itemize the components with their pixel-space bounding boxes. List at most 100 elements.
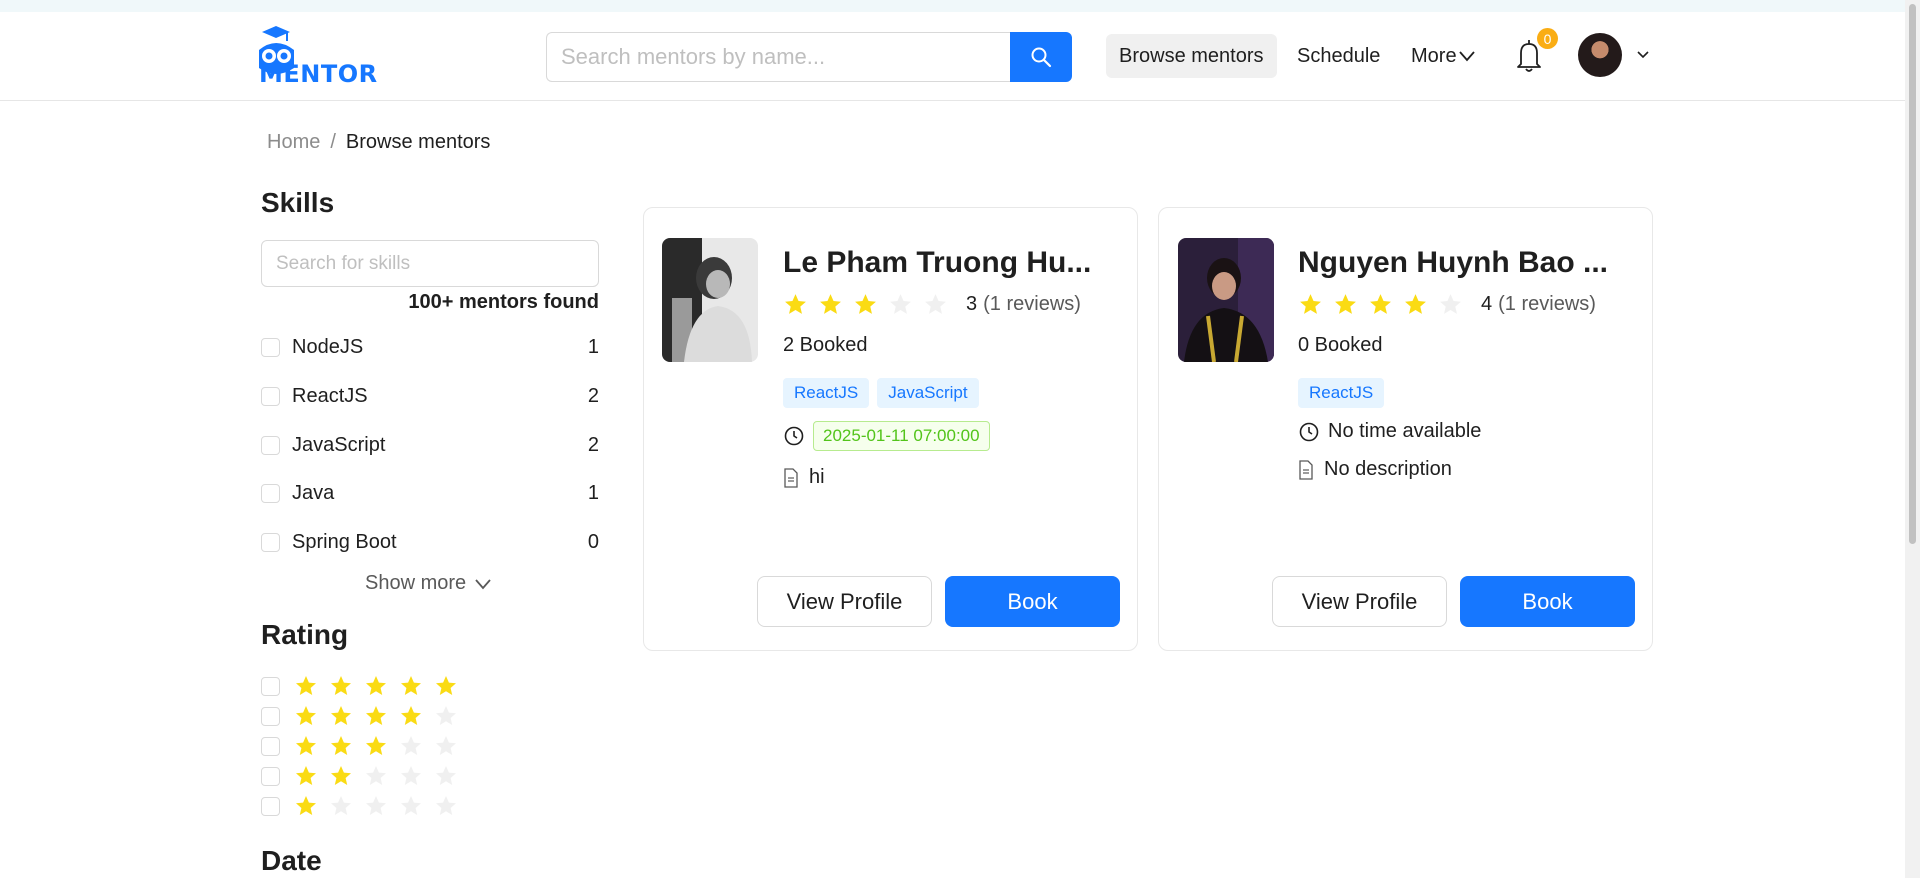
- skill-filter-item[interactable]: JavaScript 2: [261, 432, 599, 458]
- skill-tags: ReactJS JavaScript: [783, 378, 979, 408]
- skill-label: JavaScript: [292, 433, 386, 456]
- star-filled-icon: [401, 676, 421, 695]
- star-filled-icon: [366, 676, 386, 695]
- skill-tag: JavaScript: [877, 378, 979, 408]
- header: MENTOR Browse mentors Schedule More 0: [0, 12, 1905, 101]
- star-filled-icon: [331, 736, 351, 755]
- skill-filter-item[interactable]: ReactJS 2: [261, 383, 599, 409]
- rating-checkbox[interactable]: [261, 706, 280, 726]
- breadcrumb-separator: /: [330, 131, 336, 153]
- skill-filter-item[interactable]: Java 1: [261, 480, 599, 506]
- mentor-card: Nguyen Huynh Bao ... 4 (1 reviews) 0 Boo…: [1158, 207, 1653, 651]
- review-count: (1 reviews): [983, 293, 1081, 315]
- star-empty-icon: [436, 706, 456, 725]
- star-filled-icon: [1300, 294, 1321, 314]
- mentor-name[interactable]: Le Pham Truong Hu...: [783, 246, 1113, 280]
- page-scrollbar[interactable]: [1905, 0, 1920, 878]
- search-button[interactable]: [1010, 32, 1072, 82]
- star-empty-icon: [331, 796, 351, 815]
- skill-checkbox[interactable]: [261, 337, 280, 357]
- chevron-down-icon[interactable]: [1636, 50, 1650, 60]
- rating-stars: [294, 704, 458, 728]
- rating-checkbox[interactable]: [261, 796, 280, 816]
- star-empty-icon: [436, 796, 456, 815]
- rating-checkbox[interactable]: [261, 766, 280, 786]
- rating-filter-5[interactable]: [261, 673, 458, 699]
- chevron-down-icon: [1458, 51, 1475, 62]
- show-more-button[interactable]: Show more: [365, 572, 492, 595]
- availability: 2025-01-11 07:00:00: [783, 421, 990, 451]
- star-filled-icon: [296, 676, 316, 695]
- scrollbar-thumb[interactable]: [1909, 4, 1916, 544]
- skill-count: 1: [587, 481, 599, 504]
- skill-count: 2: [587, 433, 599, 456]
- skill-filter-item[interactable]: Spring Boot 0: [261, 529, 599, 555]
- availability-time: No time available: [1328, 420, 1482, 442]
- mentor-card: Le Pham Truong Hu... 3 (1 reviews) 2 Boo…: [643, 207, 1138, 651]
- avatar[interactable]: [1578, 33, 1622, 77]
- rating-value: 3: [966, 293, 978, 315]
- clock-icon: [784, 426, 804, 446]
- star-filled-icon: [331, 766, 351, 785]
- logo-text: MENTOR: [259, 60, 378, 88]
- search-input[interactable]: [546, 32, 1011, 82]
- star-filled-icon: [331, 706, 351, 725]
- nav-browse-mentors[interactable]: Browse mentors: [1106, 34, 1277, 78]
- skill-checkbox[interactable]: [261, 386, 280, 406]
- availability: No time available: [1298, 420, 1481, 443]
- star-filled-icon: [296, 766, 316, 785]
- availability-time: 2025-01-11 07:00:00: [813, 421, 990, 451]
- skill-filter-item[interactable]: NodeJS 1: [261, 334, 599, 360]
- star-filled-icon: [366, 736, 386, 755]
- skill-tag: ReactJS: [783, 378, 870, 408]
- rating-stars: [294, 674, 458, 698]
- skill-checkbox[interactable]: [261, 435, 280, 455]
- skill-checkbox[interactable]: [261, 483, 280, 503]
- breadcrumb-current: Browse mentors: [345, 131, 491, 153]
- nav-label: More: [1411, 44, 1457, 67]
- rating-stars: [294, 764, 458, 788]
- rating-filter-1[interactable]: [261, 793, 458, 819]
- star-empty-icon: [366, 796, 386, 815]
- star-empty-icon: [401, 766, 421, 785]
- star-filled-icon: [331, 676, 351, 695]
- rating-stars: [294, 794, 458, 818]
- nav-more[interactable]: More: [1398, 34, 1489, 78]
- star-filled-icon: [366, 706, 386, 725]
- mentor-name[interactable]: Nguyen Huynh Bao ...: [1298, 246, 1628, 280]
- description-text: No description: [1324, 458, 1452, 480]
- rating-checkbox[interactable]: [261, 676, 280, 696]
- star-empty-icon: [436, 736, 456, 755]
- rating-filter-3[interactable]: [261, 733, 458, 759]
- rating-filter-2[interactable]: [261, 763, 458, 789]
- book-button[interactable]: Book: [945, 576, 1120, 627]
- skill-label: Java: [292, 481, 335, 504]
- rating-checkbox[interactable]: [261, 736, 280, 756]
- nav-schedule[interactable]: Schedule: [1284, 34, 1393, 78]
- star-empty-icon: [401, 736, 421, 755]
- view-profile-button[interactable]: View Profile: [757, 576, 932, 627]
- description-text: hi: [809, 466, 825, 488]
- book-button[interactable]: Book: [1460, 576, 1635, 627]
- star-filled-icon: [401, 706, 421, 725]
- review-count: (1 reviews): [1498, 293, 1596, 315]
- mentors-found-count: 100+ mentors found: [408, 291, 599, 313]
- rating-filter-4[interactable]: [261, 703, 458, 729]
- mentor-photo: [662, 238, 758, 362]
- view-profile-button[interactable]: View Profile: [1272, 576, 1447, 627]
- skill-label: Spring Boot: [292, 530, 397, 553]
- skill-tag: ReactJS: [1298, 378, 1385, 408]
- star-filled-icon: [1370, 294, 1391, 314]
- nav-label: Browse mentors: [1119, 44, 1264, 67]
- show-more-label: Show more: [365, 572, 467, 594]
- skill-checkbox[interactable]: [261, 532, 280, 552]
- skill-count: 1: [587, 335, 599, 358]
- star-filled-icon: [785, 294, 806, 314]
- top-strip: [0, 0, 1920, 12]
- star-empty-icon: [1440, 294, 1461, 314]
- breadcrumb-home[interactable]: Home: [267, 131, 320, 154]
- star-filled-icon: [296, 796, 316, 815]
- logo[interactable]: MENTOR: [254, 24, 384, 90]
- skill-search-input[interactable]: [261, 240, 599, 287]
- star-filled-icon: [1335, 294, 1356, 314]
